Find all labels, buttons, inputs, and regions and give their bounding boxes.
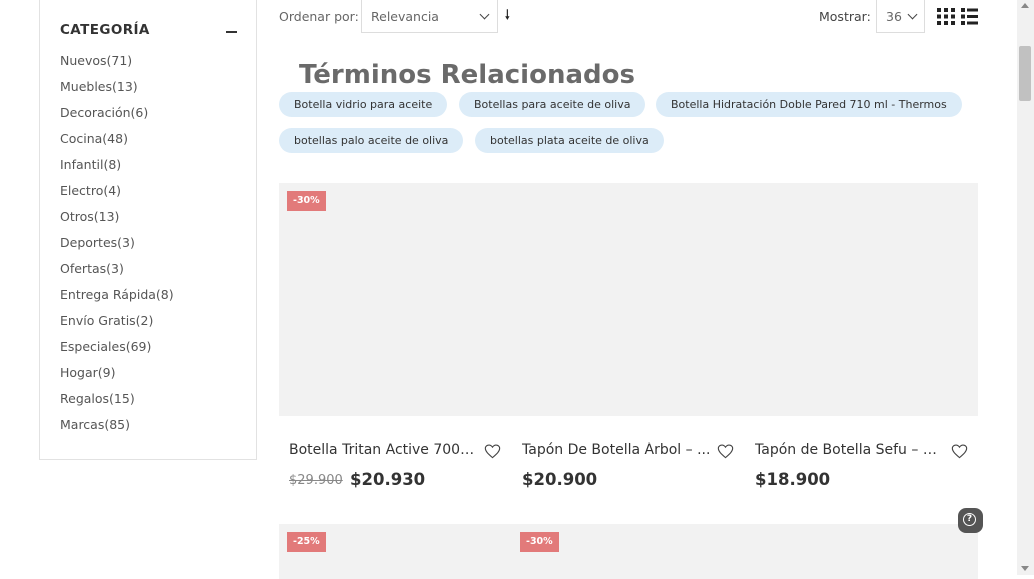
sort-value: Relevancia — [371, 9, 439, 24]
category-item[interactable]: Marcas(85) — [60, 417, 174, 443]
product-name[interactable]: Tapón de Botella Sefu – M... — [755, 442, 947, 458]
category-item[interactable]: Deportes(3) — [60, 235, 174, 261]
page-scrollbar[interactable] — [1017, 0, 1034, 575]
product-name[interactable]: Tapón De Botella Árbol – ... — [522, 442, 712, 458]
per-page-select[interactable]: 36 — [876, 0, 925, 33]
product-name[interactable]: Botella Tritan Active 700M... — [289, 442, 481, 458]
per-page-value: 36 — [886, 9, 902, 24]
scroll-down-arrow-icon[interactable] — [1021, 566, 1029, 571]
category-item[interactable]: Especiales(69) — [60, 339, 174, 365]
heart-icon[interactable] — [717, 444, 734, 459]
category-item[interactable]: Cocina(48) — [60, 131, 174, 157]
category-title: CATEGORÍA — [60, 22, 150, 38]
chevron-down-icon — [479, 9, 490, 20]
category-item[interactable]: Infantil(8) — [60, 157, 174, 183]
related-term-chip[interactable]: botellas plata aceite de oliva — [475, 128, 664, 153]
scroll-thumb[interactable] — [1019, 46, 1031, 101]
category-list: Nuevos(71) Muebles(13) Decoración(6) Coc… — [60, 53, 174, 443]
category-item[interactable]: Regalos(15) — [60, 391, 174, 417]
category-item[interactable]: Hogar(9) — [60, 365, 174, 391]
sort-direction-icon[interactable]: 🠓 — [505, 6, 510, 28]
product-price: $20.930 — [350, 470, 426, 489]
related-term-chip[interactable]: Botellas para aceite de oliva — [459, 92, 646, 117]
heart-icon[interactable] — [951, 444, 968, 459]
help-button[interactable]: ? — [958, 508, 983, 533]
category-item[interactable]: Otros(13) — [60, 209, 174, 235]
category-item[interactable]: Nuevos(71) — [60, 53, 174, 79]
scroll-up-arrow-icon[interactable] — [1021, 3, 1029, 8]
list-view-icon[interactable] — [961, 8, 978, 25]
question-icon: ? — [963, 513, 976, 526]
minus-icon[interactable] — [226, 31, 237, 33]
grid-view-icon[interactable] — [937, 8, 955, 25]
category-item[interactable]: Ofertas(3) — [60, 261, 174, 287]
heart-icon[interactable] — [484, 444, 501, 459]
category-item[interactable]: Electro(4) — [60, 183, 174, 209]
category-item[interactable]: Envío Gratis(2) — [60, 313, 174, 339]
sort-label: Ordenar por: — [279, 9, 359, 24]
category-item[interactable]: Entrega Rápida(8) — [60, 287, 174, 313]
category-item[interactable]: Muebles(13) — [60, 79, 174, 105]
category-item[interactable]: Decoración(6) — [60, 105, 174, 131]
product-price: $18.900 — [755, 470, 831, 489]
related-terms-title: Términos Relacionados — [299, 60, 635, 90]
show-label: Mostrar: — [819, 9, 871, 24]
product-image-placeholder[interactable] — [279, 524, 978, 579]
discount-badge: -25% — [287, 532, 326, 552]
discount-badge: -30% — [287, 191, 326, 211]
discount-badge: -30% — [520, 532, 559, 552]
related-term-chip[interactable]: Botella vidrio para aceite — [279, 92, 448, 117]
related-term-chip[interactable]: botellas palo aceite de oliva — [279, 128, 464, 153]
product-price: $20.900 — [522, 470, 598, 489]
category-sidebar: CATEGORÍA Nuevos(71) Muebles(13) Decorac… — [39, 0, 257, 460]
related-term-chip[interactable]: Botella Hidratación Doble Pared 710 ml -… — [656, 92, 962, 117]
old-price: $29.900 — [289, 473, 343, 488]
product-image-placeholder[interactable] — [279, 183, 978, 416]
chevron-down-icon — [907, 9, 918, 20]
sort-select[interactable]: Relevancia — [361, 0, 498, 33]
